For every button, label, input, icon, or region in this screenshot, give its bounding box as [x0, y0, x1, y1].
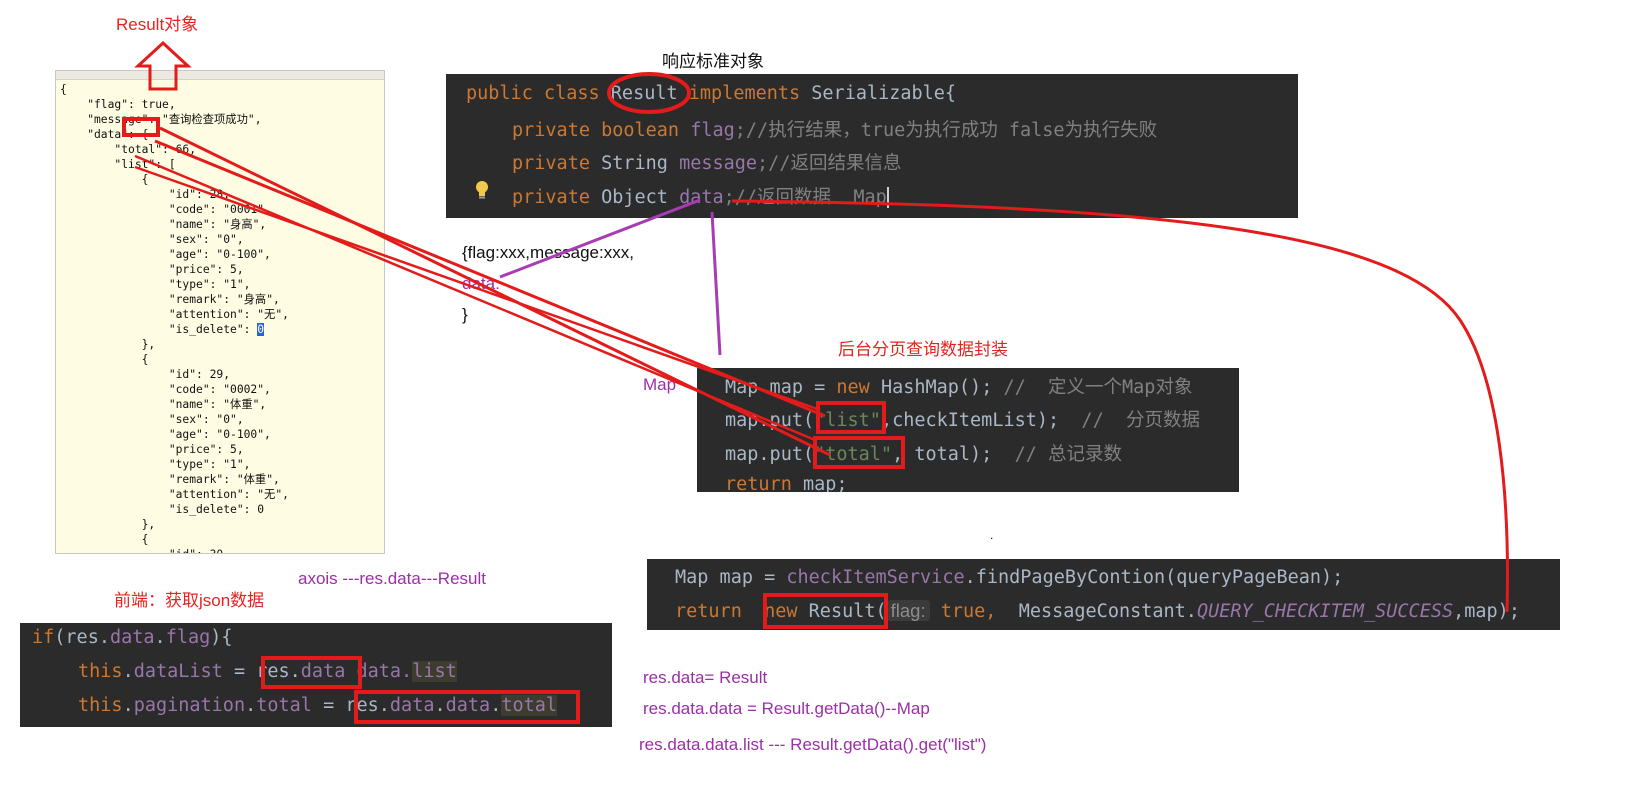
- result-class-circle: [607, 72, 691, 114]
- data-to-map-curve: [731, 199, 1509, 613]
- link-list: [154, 139, 826, 418]
- link-total-item: [134, 154, 816, 442]
- link-total: [159, 126, 831, 457]
- data-to-map-line: [710, 211, 722, 356]
- data-to-json-line: [499, 198, 701, 279]
- annotation-overlay: [134, 40, 1509, 613]
- up-arrow-icon: [134, 40, 192, 91]
